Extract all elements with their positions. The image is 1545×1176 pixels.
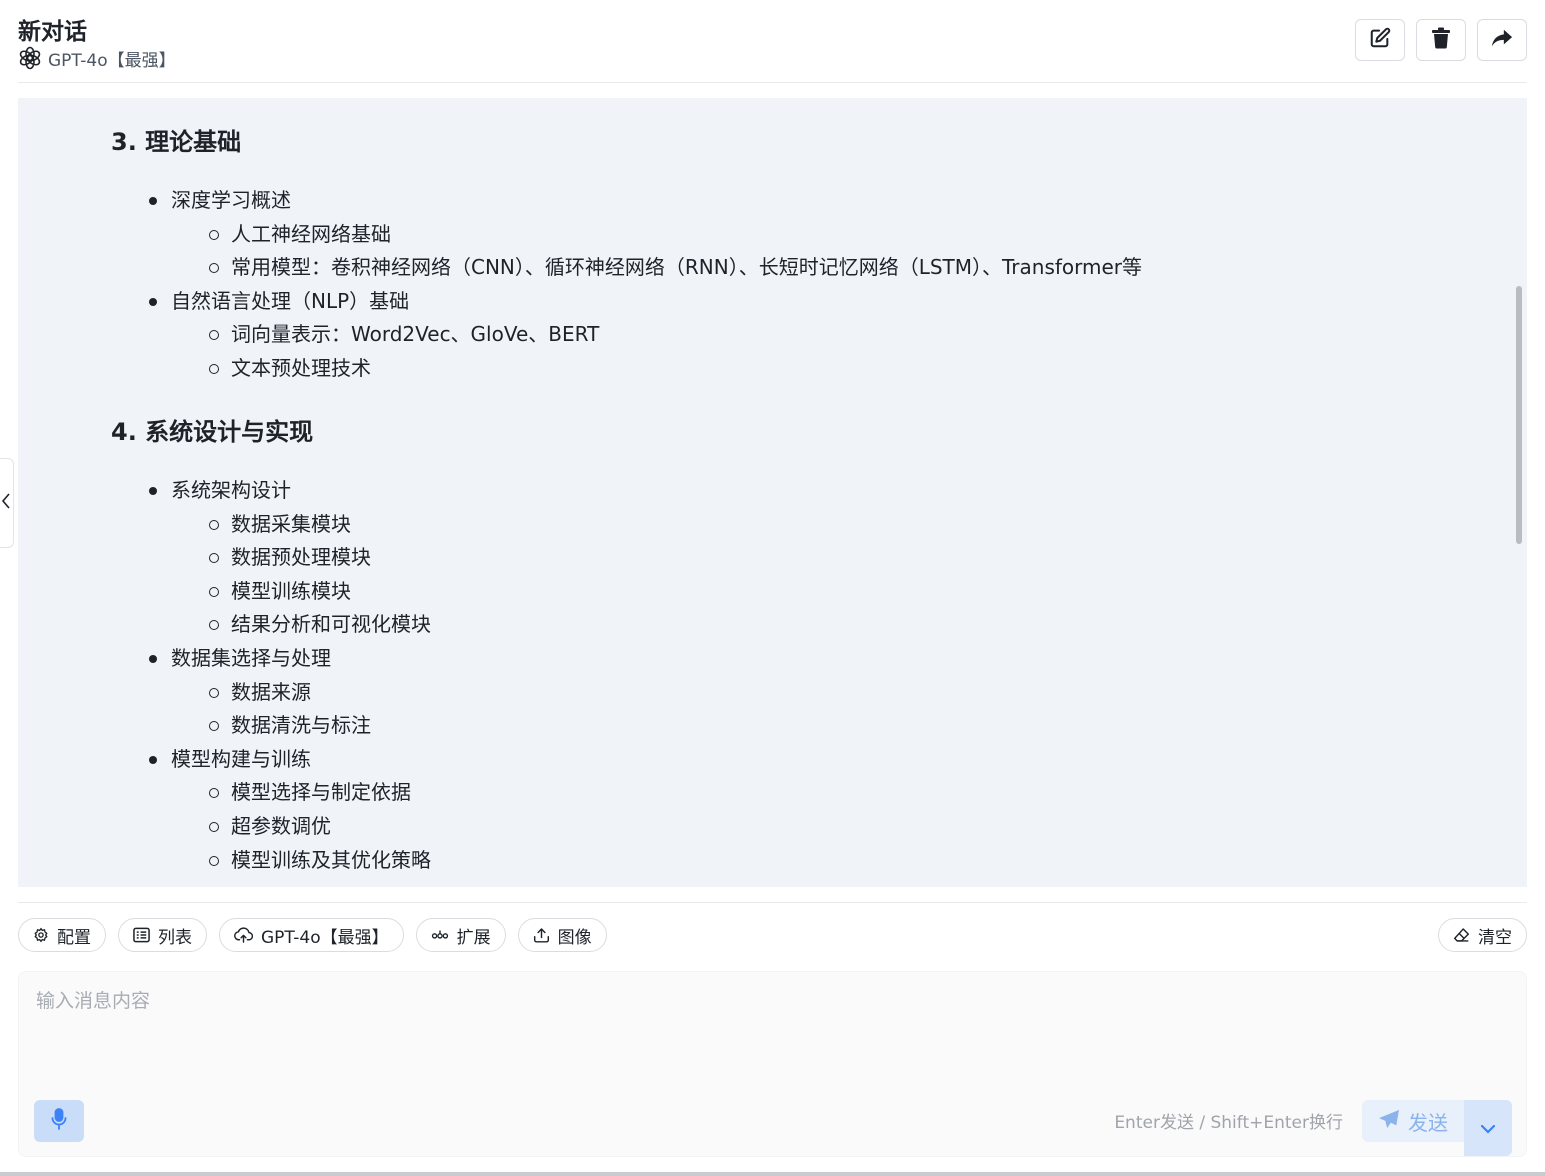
model-select-button[interactable]: GPT-4o【最强】 xyxy=(219,918,404,952)
upload-icon xyxy=(533,927,550,943)
config-button[interactable]: 配置 xyxy=(18,918,106,952)
edit-button[interactable] xyxy=(1355,19,1405,61)
divider xyxy=(18,902,1527,903)
window-bottom-border xyxy=(0,1172,1545,1176)
list-item: 系统架构设计 xyxy=(111,474,431,508)
edit-icon xyxy=(1369,27,1391,53)
list-item: 数据清洗与标注 xyxy=(111,709,431,743)
message-composer: Enter发送 / Shift+Enter换行 发送 xyxy=(18,971,1527,1157)
list-item: 数据采集模块 xyxy=(111,508,431,542)
model-indicator: GPT-4o【最强】 xyxy=(18,45,176,71)
gear-icon xyxy=(33,927,49,943)
list-item: 结果分析和可视化模块 xyxy=(111,608,431,642)
chevron-left-icon xyxy=(1,492,11,514)
list-item: 数据来源 xyxy=(111,676,431,710)
list-icon xyxy=(133,927,150,943)
send-button-group: 发送 xyxy=(1362,1100,1512,1156)
section-heading: 3. 理论基础 xyxy=(111,128,242,156)
sidebar-toggle-button[interactable] xyxy=(0,458,14,548)
message-input[interactable] xyxy=(19,972,1526,1082)
list-button[interactable]: 列表 xyxy=(118,918,207,952)
list-item: 数据集选择与处理 xyxy=(111,642,431,676)
list-item: 模型训练及其优化策略 xyxy=(111,844,431,878)
message-content: 3. 理论基础 深度学习概述 人工神经网络基础 常用模型：卷积神经网络（CNN）… xyxy=(18,98,1527,887)
share-arrow-icon xyxy=(1491,28,1513,52)
list-item: 数据预处理模块 xyxy=(111,541,431,575)
trash-icon xyxy=(1431,27,1451,53)
scrollbar-thumb[interactable] xyxy=(1516,286,1522,544)
section-heading: 4. 系统设计与实现 xyxy=(111,418,314,446)
model-name: GPT-4o【最强】 xyxy=(48,50,176,71)
section-system-design: 4. 系统设计与实现 系统架构设计 数据采集模块 数据预处理模块 模型训练模块 … xyxy=(111,415,431,877)
eraser-icon xyxy=(1453,927,1470,943)
list-item: 人工神经网络基础 xyxy=(111,218,1142,252)
clear-button[interactable]: 清空 xyxy=(1438,918,1527,952)
list-item: 模型构建与训练 xyxy=(111,743,431,777)
list-item: 超参数调优 xyxy=(111,810,431,844)
chat-header: 新对话 GPT-4o【最强】 xyxy=(18,0,1527,83)
list-item: 模型训练模块 xyxy=(111,575,431,609)
voice-input-button[interactable] xyxy=(34,1100,84,1142)
plugin-dots-icon xyxy=(431,929,449,941)
cloud-upload-icon xyxy=(234,927,253,943)
share-button[interactable] xyxy=(1477,19,1527,61)
send-options-dropdown[interactable] xyxy=(1464,1100,1512,1156)
send-button[interactable]: 发送 xyxy=(1362,1100,1464,1142)
extend-button[interactable]: 扩展 xyxy=(415,918,506,952)
paper-plane-icon xyxy=(1378,1109,1400,1134)
keyboard-hint: Enter发送 / Shift+Enter换行 xyxy=(1114,1113,1343,1133)
list-item: 常用模型：卷积神经网络（CNN）、循环神经网络（RNN）、长短时记忆网络（LST… xyxy=(111,251,1142,285)
chevron-down-icon xyxy=(1480,1119,1496,1138)
list-item: 文本预处理技术 xyxy=(111,352,1142,386)
image-button[interactable]: 图像 xyxy=(517,918,607,952)
page-title: 新对话 xyxy=(18,19,87,45)
list-item: 深度学习概述 xyxy=(111,184,1142,218)
list-item: 自然语言处理（NLP）基础 xyxy=(111,285,1142,319)
list-item: 词向量表示：Word2Vec、GloVe、BERT xyxy=(111,318,1142,352)
list-item: 模型选择与制定依据 xyxy=(111,776,431,810)
composer-toolbar: 配置 列表 GPT-4o【最强】 扩展 图像 xyxy=(18,918,607,952)
openai-logo-icon xyxy=(18,46,42,70)
microphone-icon xyxy=(51,1108,67,1134)
section-theory: 3. 理论基础 深度学习概述 人工神经网络基础 常用模型：卷积神经网络（CNN）… xyxy=(111,125,1142,386)
delete-button[interactable] xyxy=(1416,19,1466,61)
